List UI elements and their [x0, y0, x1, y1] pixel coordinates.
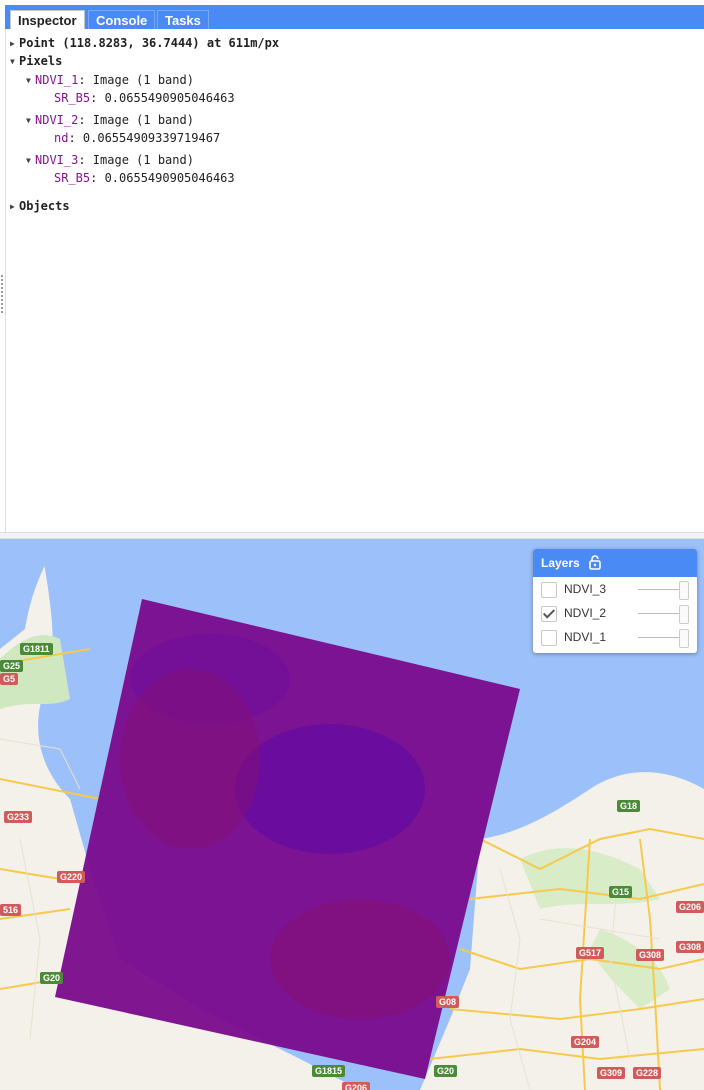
layer-name: NDVI_2: [35, 113, 79, 127]
layer-type: : Image (1 band): [78, 153, 194, 167]
objects-row[interactable]: ▶ Objects: [10, 198, 70, 214]
unlock-icon[interactable]: [589, 555, 601, 570]
band-value: : 0.0655490905046463: [90, 171, 235, 185]
pixels-label: Pixels: [19, 54, 63, 68]
road-shield-g308: G308: [636, 949, 665, 961]
layer-visibility-checkbox[interactable]: [541, 630, 557, 646]
layer-item-label: NDVI_1: [564, 630, 607, 644]
layer-item-ndvi-3: NDVI_3: [533, 578, 697, 602]
ndvi-overlay-region: [270, 899, 450, 1019]
layer-name: NDVI_3: [35, 153, 79, 167]
opacity-slider-track[interactable]: [638, 613, 683, 614]
band-row: SR_B5: 0.0655490905046463: [54, 170, 235, 186]
road-shield-516: 516: [0, 904, 22, 916]
road-shield-g206: G206: [676, 901, 704, 913]
objects-label: Objects: [19, 199, 70, 213]
collapsed-triangle-icon[interactable]: ▶: [10, 36, 19, 52]
point-text: Point (118.8283, 36.7444) at 611m/px: [19, 36, 280, 50]
road-shield-g206: G206: [342, 1082, 371, 1090]
road-shield-g233: G233: [4, 811, 33, 823]
road-shield-g204: G204: [571, 1036, 600, 1048]
expanded-triangle-icon[interactable]: ▼: [10, 54, 19, 70]
layer-row-ndvi-1[interactable]: ▼ NDVI_1: Image (1 band): [26, 72, 194, 88]
tab-inspector[interactable]: Inspector: [10, 10, 85, 29]
layer-name: NDVI_1: [35, 73, 79, 87]
layers-panel-header: Layers: [533, 549, 697, 577]
layer-type: : Image (1 band): [78, 73, 194, 87]
panel-tab-bar: Inspector Console Tasks: [5, 5, 704, 29]
ndvi-overlay-region: [235, 724, 425, 854]
layer-visibility-checkbox[interactable]: [541, 582, 557, 598]
panel-divider[interactable]: [0, 532, 704, 539]
layer-item-label: NDVI_3: [564, 582, 607, 596]
road-shield-g25: G25: [0, 660, 24, 672]
opacity-slider-thumb[interactable]: [679, 581, 689, 600]
layer-row-ndvi-2[interactable]: ▼ NDVI_2: Image (1 band): [26, 112, 194, 128]
expanded-triangle-icon[interactable]: ▼: [26, 73, 35, 89]
road-shield-g308: G308: [676, 941, 704, 953]
point-row[interactable]: ▶ Point (118.8283, 36.7444) at 611m/px: [10, 35, 279, 51]
layers-title: Layers: [541, 556, 580, 570]
band-value: : 0.06554909339719467: [68, 131, 221, 145]
layers-panel: Layers NDVI_3 NDVI_2 NDVI_1: [533, 549, 697, 653]
band-value: : 0.0655490905046463: [90, 91, 235, 105]
road-shield-g18: G18: [617, 800, 641, 812]
road-shield-g1811: G1811: [20, 643, 53, 655]
collapsed-triangle-icon[interactable]: ▶: [10, 199, 19, 215]
tab-tasks[interactable]: Tasks: [157, 10, 209, 29]
road-shield-g08: G08: [436, 996, 460, 1008]
resize-handle-icon[interactable]: [1, 275, 3, 315]
road-shield-g309: G309: [597, 1067, 626, 1079]
opacity-slider-thumb[interactable]: [679, 605, 689, 624]
road-shield-g5: G5: [0, 673, 19, 685]
ndvi-overlay-region: [120, 669, 260, 849]
expanded-triangle-icon[interactable]: ▼: [26, 113, 35, 129]
inspector-panel: Inspector Console Tasks ▶ Point (118.8283…: [0, 0, 704, 532]
opacity-slider-track[interactable]: [638, 589, 683, 590]
layer-type: : Image (1 band): [78, 113, 194, 127]
layer-item-ndvi-1: NDVI_1: [533, 626, 697, 650]
road-shield-g20: G20: [40, 972, 64, 984]
opacity-slider-thumb[interactable]: [679, 629, 689, 648]
layer-item-ndvi-2: NDVI_2: [533, 602, 697, 626]
tab-console[interactable]: Console: [88, 10, 156, 29]
road-shield-g517: G517: [576, 947, 605, 959]
band-name: nd: [54, 131, 69, 145]
road-shield-g15: G15: [609, 886, 633, 898]
layer-item-label: NDVI_2: [564, 606, 607, 620]
band-row: SR_B5: 0.0655490905046463: [54, 90, 235, 106]
road-shield-g220: G220: [57, 871, 86, 883]
road-shield-g1815: G1815: [312, 1065, 346, 1077]
road-shield-g228: G228: [633, 1067, 662, 1079]
band-name: SR_B5: [54, 171, 91, 185]
opacity-slider-track[interactable]: [638, 637, 683, 638]
road-shield-g20: G20: [434, 1065, 458, 1077]
expanded-triangle-icon[interactable]: ▼: [26, 153, 35, 169]
panel-resize-gutter[interactable]: [0, 29, 6, 532]
band-row: nd: 0.06554909339719467: [54, 130, 220, 146]
band-name: SR_B5: [54, 91, 91, 105]
pixels-row[interactable]: ▼ Pixels: [10, 53, 62, 69]
layer-row-ndvi-3[interactable]: ▼ NDVI_3: Image (1 band): [26, 152, 194, 168]
layer-visibility-checkbox[interactable]: [541, 606, 557, 622]
